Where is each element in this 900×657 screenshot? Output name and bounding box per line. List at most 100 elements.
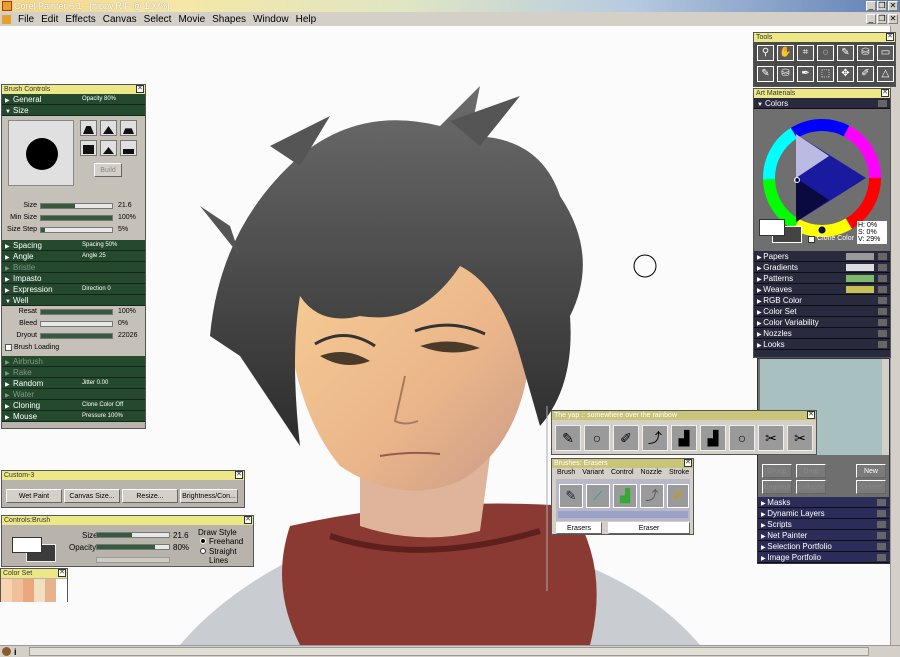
- dab-profile-5[interactable]: [100, 140, 117, 156]
- dropdown-icon[interactable]: [877, 543, 886, 550]
- rectangle-select-icon[interactable]: ⬚: [817, 66, 834, 82]
- control-menu[interactable]: Control: [611, 468, 634, 478]
- slider[interactable]: [40, 215, 113, 221]
- chalk-icon[interactable]: ⟋: [586, 484, 610, 508]
- straight-lines-radio[interactable]: [200, 548, 206, 554]
- rectangle-icon[interactable]: ▭: [877, 45, 894, 61]
- brush-loading-checkbox[interactable]: [5, 343, 12, 351]
- section-net-painter[interactable]: ▶ Net Painter: [758, 530, 889, 541]
- section-looks[interactable]: ▶ Looks: [754, 339, 890, 350]
- menu-edit[interactable]: Edit: [41, 14, 58, 25]
- dab-profile-1[interactable]: [80, 120, 97, 136]
- horizontal-scrollbar[interactable]: [28, 647, 869, 656]
- dropdown-icon[interactable]: [877, 499, 886, 506]
- color-swatch[interactable]: [45, 579, 56, 602]
- menu-help[interactable]: Help: [296, 14, 317, 25]
- primary-color-swatch[interactable]: [759, 219, 785, 236]
- airbrush-brush-icon[interactable]: ⤴: [642, 425, 668, 451]
- delete-button[interactable]: Delete: [856, 480, 886, 494]
- variant-menu[interactable]: Variant: [582, 468, 604, 478]
- group-button[interactable]: Group: [762, 464, 792, 478]
- section-scripts[interactable]: ▶ Scripts: [758, 519, 889, 530]
- menu-movie[interactable]: Movie: [178, 14, 205, 25]
- section-gradients[interactable]: ▶ Gradients: [754, 262, 890, 273]
- drop-button[interactable]: Drop: [796, 464, 826, 478]
- close-icon[interactable]: ✕: [58, 569, 66, 577]
- section-spacing[interactable]: ▶ Spacing Spacing 50%: [2, 240, 145, 251]
- section-size[interactable]: ▼ Size: [2, 105, 145, 116]
- navigator-icon[interactable]: [2, 647, 11, 656]
- doc-restore-button[interactable]: ❐: [877, 14, 887, 24]
- freehand-radio[interactable]: [200, 538, 206, 544]
- dropdown-icon[interactable]: [877, 554, 886, 561]
- primary-color-swatch[interactable]: [12, 537, 42, 553]
- slider[interactable]: [40, 309, 113, 315]
- ungroup-button[interactable]: Ungroup: [762, 480, 792, 494]
- dropdown-icon[interactable]: [878, 297, 887, 304]
- lasso-icon[interactable]: ◌: [817, 45, 834, 61]
- dropdown-icon[interactable]: [878, 286, 887, 293]
- section-cloning[interactable]: ▶ Cloning Clone Color Off: [2, 400, 145, 411]
- dropdown-icon[interactable]: [878, 253, 887, 260]
- resize-button[interactable]: Resize...: [122, 489, 178, 503]
- menu-canvas[interactable]: Canvas: [103, 14, 137, 25]
- section-weaves[interactable]: ▶ Weaves: [754, 284, 890, 295]
- section-masks[interactable]: ▶ Masks: [758, 497, 889, 508]
- magnifier-icon[interactable]: ⚲: [757, 45, 774, 61]
- doc-close-button[interactable]: ✕: [888, 14, 898, 24]
- section-well[interactable]: ▼ Well: [2, 295, 145, 306]
- eraser-category-icon[interactable]: ▟: [613, 484, 637, 508]
- section-general[interactable]: ▶ General Opacity 80%: [2, 94, 145, 105]
- size-slider[interactable]: [96, 532, 170, 538]
- restore-button[interactable]: ❐: [877, 1, 887, 11]
- dab-profile-6[interactable]: [120, 140, 137, 156]
- canvas-size-button[interactable]: Canvas Size...: [64, 489, 120, 503]
- dropdown-icon[interactable]: [878, 275, 887, 282]
- pencil-icon[interactable]: ✎: [559, 484, 583, 508]
- dropdown-icon[interactable]: [878, 330, 887, 337]
- round-brush-icon[interactable]: ○: [584, 425, 610, 451]
- pen-icon[interactable]: ✐: [857, 66, 874, 82]
- color-swatch[interactable]: [1, 579, 12, 602]
- crayon-brush-icon[interactable]: ✐: [613, 425, 639, 451]
- brush-icon[interactable]: ✎: [837, 45, 854, 61]
- paint-bucket-icon[interactable]: ⛁: [857, 45, 874, 61]
- section-colors[interactable]: ▼ Colors: [754, 98, 890, 109]
- dropdown-icon[interactable]: [878, 264, 887, 271]
- dab-profile-2[interactable]: [100, 120, 117, 136]
- clone-color-checkbox[interactable]: [808, 236, 815, 243]
- category-select[interactable]: Erasers: [556, 522, 602, 534]
- layer-scrollbar[interactable]: [882, 359, 889, 455]
- build-button[interactable]: Build: [94, 163, 122, 177]
- brush-loading-row[interactable]: Brush Loading: [2, 342, 145, 356]
- opacity-slider[interactable]: [96, 544, 170, 550]
- palette-knife-brush-icon[interactable]: ✂: [787, 425, 813, 451]
- section-angle[interactable]: ▶ Angle Angle 25: [2, 251, 145, 262]
- section-color-variability[interactable]: ▶ Color Variability: [754, 317, 890, 328]
- close-icon[interactable]: ✕: [807, 411, 815, 419]
- close-icon[interactable]: ✕: [235, 471, 243, 479]
- collapse-button[interactable]: Collapse: [796, 480, 826, 494]
- stroke-menu[interactable]: Stroke: [669, 468, 689, 478]
- section-rake[interactable]: ▶ Rake: [2, 367, 145, 378]
- nozzle-menu[interactable]: Nozzle: [641, 468, 662, 478]
- pencil-brush-icon[interactable]: ✎: [555, 425, 581, 451]
- brightness-contrast-button[interactable]: Brightness/Con...: [180, 489, 238, 503]
- close-button[interactable]: ✕: [888, 1, 898, 11]
- menu-select[interactable]: Select: [144, 14, 172, 25]
- vertical-scrollbar[interactable]: [890, 26, 900, 645]
- shape-icon[interactable]: △: [877, 66, 894, 82]
- slider[interactable]: [40, 333, 113, 339]
- dropdown-icon[interactable]: [877, 510, 886, 517]
- crayon-icon[interactable]: ✐: [667, 484, 689, 508]
- close-icon[interactable]: ✕: [881, 89, 889, 97]
- dropdown-icon[interactable]: [878, 341, 887, 348]
- info-icon[interactable]: i: [14, 647, 17, 657]
- menu-window[interactable]: Window: [253, 14, 289, 25]
- section-bristle[interactable]: ▶ Bristle: [2, 262, 145, 273]
- color-swatch[interactable]: [12, 579, 23, 602]
- knife-brush-icon[interactable]: ✂: [758, 425, 784, 451]
- dropdown-icon[interactable]: [877, 532, 886, 539]
- section-papers[interactable]: ▶ Papers: [754, 251, 890, 262]
- close-icon[interactable]: ✕: [244, 516, 252, 524]
